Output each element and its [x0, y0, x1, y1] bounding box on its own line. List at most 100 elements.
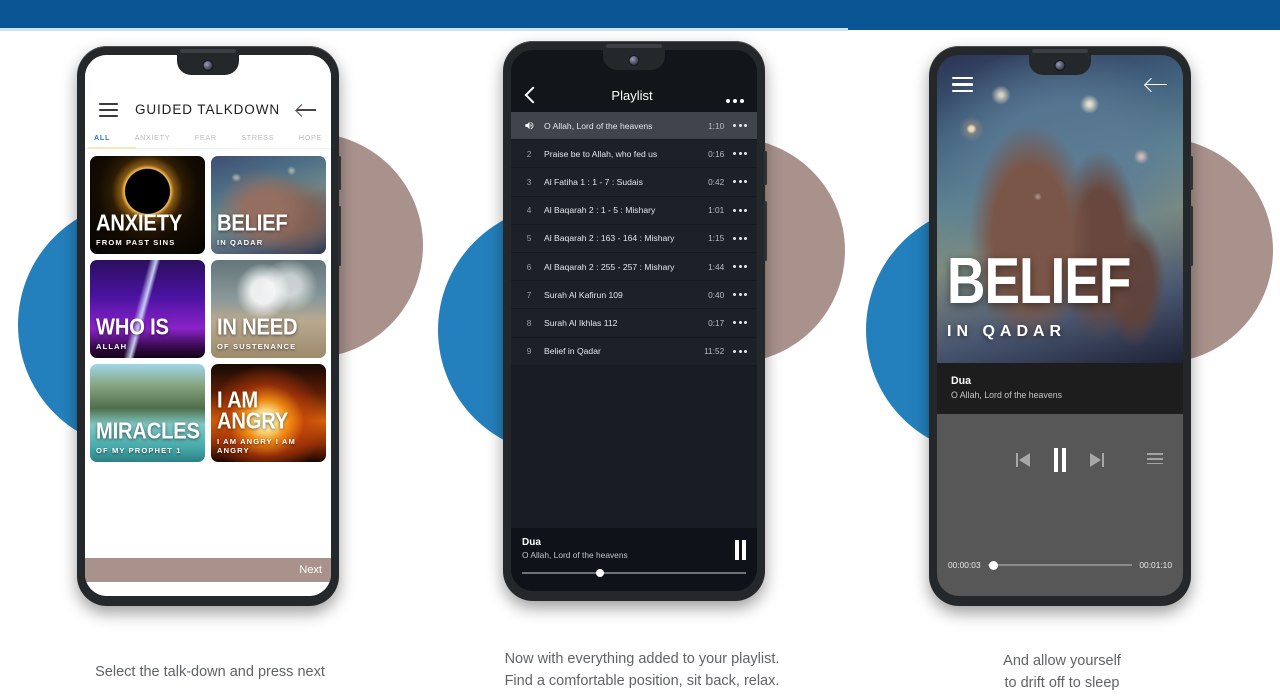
seek-handle[interactable] [595, 569, 604, 577]
phone1-screen: GUIDED TALKDOWN ALL ANXIETY FEAR STRESS … [85, 55, 331, 596]
seek-bar[interactable] [522, 569, 746, 577]
talkdown-card[interactable]: I AM ANGRY I AM ANGRY I AM ANGRY [211, 364, 326, 462]
talkdown-card[interactable]: WHO IS ALLAH [90, 260, 205, 358]
earpiece-speaker [1032, 49, 1088, 53]
row-more-options-icon[interactable] [733, 152, 747, 156]
talkdown-card[interactable]: BELIEF IN QADAR [211, 156, 326, 254]
track-name: Belief in Qadar [544, 346, 601, 357]
now-playing-title: Dua [522, 537, 541, 548]
elapsed-time: 00:00:03 [948, 560, 981, 570]
row-more-options-icon[interactable] [733, 293, 747, 297]
row-more-options-icon[interactable] [733, 349, 747, 353]
playlist-row[interactable]: 9 Belief in Qadar 11:52 [511, 338, 757, 366]
player-controls-panel: 00:00:03 00:01:10 [937, 414, 1183, 596]
track-name: Al Baqarah 2 : 163 - 164 : Mishary [544, 233, 675, 244]
track-name: Al Baqarah 2 : 255 - 257 : Mishary [544, 261, 675, 272]
playlist-empty-area [511, 365, 757, 528]
more-options-icon[interactable] [726, 99, 744, 103]
talkdown-card-grid: ANXIETY FROM PAST SINS BELIEF IN QADAR W… [85, 149, 331, 558]
skip-next-icon[interactable] [1088, 452, 1105, 468]
tab-hope[interactable]: HOPE [299, 133, 322, 142]
phone-mockup-3: BELIEF IN QADAR Dua O Allah, Lord of the… [929, 46, 1193, 606]
pause-icon[interactable] [1053, 448, 1067, 472]
seek-bar[interactable] [987, 560, 1133, 570]
caption-step-2: Now with everything added to your playli… [430, 648, 854, 693]
track-duration: 0:42 [708, 176, 725, 187]
back-arrow-icon[interactable] [1146, 77, 1168, 92]
row-more-options-icon[interactable] [733, 180, 747, 184]
back-arrow-icon[interactable] [296, 103, 317, 117]
track-duration: 1:01 [708, 205, 725, 216]
caption-step-2-line-1: Now with everything added to your playli… [504, 651, 780, 667]
album-artwork: BELIEF IN QADAR [937, 55, 1183, 363]
track-number: 5 [526, 233, 532, 244]
caption-step-2-line-2: Find a comfortable position, sit back, r… [504, 673, 780, 690]
phone2-screen: Playlist O Allah, Lord of the heavens 1:… [511, 50, 757, 591]
tab-all[interactable]: ALL [94, 133, 110, 142]
earpiece-speaker [180, 49, 236, 53]
card-subtitle: ALLAH [96, 342, 128, 351]
artwork-caption: BELIEF IN QADAR [947, 248, 1140, 341]
seek-row: 00:00:03 00:01:10 [948, 560, 1172, 570]
phone3-overlay-toolbar [937, 77, 1183, 93]
playlist-row[interactable]: 7 Surah Al Kafirun 109 0:40 [511, 281, 757, 310]
track-number: 9 [526, 346, 532, 357]
track-name: O Allah, Lord of the heavens [544, 120, 653, 131]
front-camera-icon [628, 55, 640, 66]
next-button-bar[interactable]: Next [85, 558, 331, 582]
now-playing-subtitle: O Allah, Lord of the heavens [522, 550, 628, 560]
playlist-queue-icon[interactable] [1147, 453, 1163, 465]
artwork-title: BELIEF [947, 243, 1131, 317]
track-number: 3 [526, 176, 532, 187]
phone1-bottom-padding [85, 582, 331, 596]
playlist-row[interactable]: 6 Al Baqarah 2 : 255 - 257 : Mishary 1:4… [511, 253, 757, 282]
now-playing-subtitle: O Allah, Lord of the heavens [951, 390, 1063, 400]
track-duration: 0:16 [708, 148, 725, 159]
chevron-left-icon[interactable] [524, 85, 538, 103]
card-title: MIRACLES [96, 418, 200, 444]
track-name: Praise be to Allah, who fed us [544, 148, 658, 159]
row-more-options-icon[interactable] [733, 321, 747, 325]
seek-handle[interactable] [989, 560, 999, 570]
row-more-options-icon[interactable] [733, 124, 747, 128]
track-name: Surah Al Ikhlas 112 [544, 317, 618, 328]
pause-icon[interactable] [735, 537, 746, 560]
talkdown-card[interactable]: MIRACLES OF MY PROPHET 1 [90, 364, 205, 462]
caption-step-1: Select the talk-down and press next [0, 661, 420, 683]
tab-anxiety[interactable]: ANXIETY [135, 133, 171, 142]
page-title: GUIDED TALKDOWN [134, 102, 280, 117]
playlist-row[interactable]: 2 Praise be to Allah, who fed us 0:16 [511, 140, 757, 169]
hamburger-icon[interactable] [952, 77, 973, 93]
tab-stress[interactable]: STRESS [241, 133, 274, 142]
track-duration: 0:40 [708, 289, 725, 300]
skip-previous-icon[interactable] [1015, 452, 1032, 468]
row-more-options-icon[interactable] [733, 208, 747, 212]
row-more-options-icon[interactable] [733, 265, 747, 269]
card-subtitle: OF SUSTENANCE [217, 342, 297, 351]
talkdown-card[interactable]: IN NEED OF SUSTENANCE [211, 260, 326, 358]
playlist-row[interactable]: O Allah, Lord of the heavens 1:10 [511, 112, 757, 141]
hamburger-icon[interactable] [99, 103, 118, 117]
seek-track [522, 572, 746, 574]
card-title: WHO IS [96, 314, 169, 340]
playlist-track-list: O Allah, Lord of the heavens 1:10 2 Prai… [511, 112, 757, 366]
playlist-row[interactable]: 4 Al Baqarah 2 : 1 - 5 : Mishary 1:01 [511, 197, 757, 225]
page-title: Playlist [611, 88, 653, 103]
playlist-row[interactable]: 8 Surah Al Ikhlas 112 0:17 [511, 309, 757, 338]
row-more-options-icon[interactable] [733, 236, 747, 240]
track-name: Al Baqarah 2 : 1 - 5 : Mishary [544, 205, 656, 216]
tab-fear[interactable]: FEAR [195, 133, 217, 142]
card-subtitle: IN QADAR [217, 238, 264, 247]
screenshot-root: GUIDED TALKDOWN ALL ANXIETY FEAR STRESS … [0, 0, 1280, 700]
now-playing-info: Dua O Allah, Lord of the heavens [937, 363, 1183, 414]
track-number: 4 [526, 205, 532, 216]
talkdown-card[interactable]: ANXIETY FROM PAST SINS [90, 156, 205, 254]
front-camera-icon [202, 60, 214, 71]
phone1-notch [177, 55, 239, 75]
speaker-playing-icon [520, 120, 538, 131]
seek-track [987, 564, 1133, 566]
playlist-row[interactable]: 5 Al Baqarah 2 : 163 - 164 : Mishary 1:1… [511, 225, 757, 253]
active-tab-underline [88, 147, 136, 149]
card-subtitle: I AM ANGRY I AM ANGRY [217, 437, 296, 455]
playlist-row[interactable]: 3 Al Fatiha 1 : 1 - 7 : Sudais 0:42 [511, 168, 757, 197]
